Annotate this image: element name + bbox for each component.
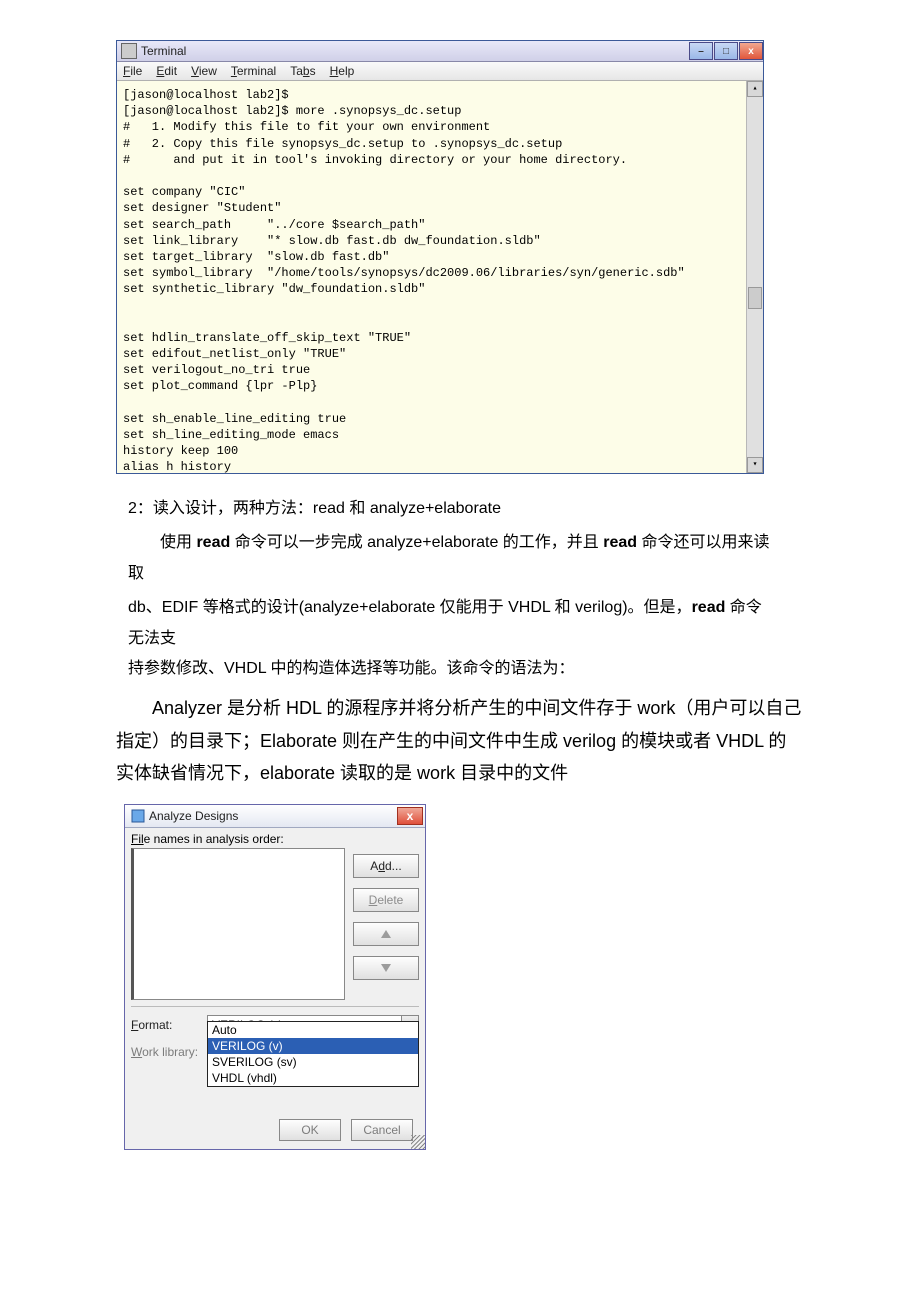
scroll-down-icon[interactable]: ▾ bbox=[747, 457, 763, 473]
doc-p2: db、EDIF 等格式的设计(analyze+elaborate 仅能用于 VH… bbox=[128, 593, 776, 654]
ok-button[interactable]: OK bbox=[279, 1119, 341, 1141]
terminal-body[interactable]: [jason@localhost lab2]$ [jason@localhost… bbox=[117, 81, 763, 473]
dialog-app-icon bbox=[131, 809, 145, 823]
dialog-close-button[interactable]: x bbox=[397, 807, 423, 825]
menu-view[interactable]: View bbox=[191, 64, 217, 78]
menu-file[interactable]: File bbox=[123, 64, 142, 78]
maximize-button[interactable]: □ bbox=[714, 42, 738, 60]
arrow-up-icon bbox=[380, 929, 392, 939]
option-verilog[interactable]: VERILOG (v) bbox=[208, 1038, 418, 1054]
move-down-button[interactable] bbox=[353, 956, 419, 980]
terminal-scrollbar[interactable]: ▴ ▾ bbox=[746, 81, 763, 473]
scroll-thumb[interactable] bbox=[748, 287, 762, 309]
format-label: Format: bbox=[131, 1018, 207, 1032]
doc-p3: 持参数修改、VHDL 中的构造体选择等功能。该命令的语法为： bbox=[128, 654, 776, 684]
menu-edit[interactable]: Edit bbox=[156, 64, 177, 78]
close-button[interactable]: x bbox=[739, 42, 763, 60]
menu-tabs[interactable]: Tabs bbox=[290, 64, 315, 78]
doc-section: 2：读入设计，两种方法：read 和 analyze+elaborate 使用 … bbox=[128, 494, 776, 684]
cancel-button[interactable]: Cancel bbox=[351, 1119, 413, 1141]
terminal-app-icon bbox=[121, 43, 137, 59]
move-up-button[interactable] bbox=[353, 922, 419, 946]
file-list[interactable] bbox=[131, 848, 345, 1000]
terminal-output: [jason@localhost lab2]$ [jason@localhost… bbox=[123, 87, 757, 473]
analyze-designs-dialog: Analyze Designs x File names in analysis… bbox=[124, 804, 426, 1150]
menu-terminal[interactable]: Terminal bbox=[231, 64, 276, 78]
doc-p4: Analyzer 是分析 HDL 的源程序并将分析产生的中间文件存于 work（… bbox=[116, 692, 804, 789]
arrow-down-icon bbox=[380, 963, 392, 973]
terminal-title: Terminal bbox=[141, 44, 186, 58]
scroll-up-icon[interactable]: ▴ bbox=[747, 81, 763, 97]
terminal-menubar: File Edit View Terminal Tabs Help bbox=[117, 62, 763, 81]
option-auto[interactable]: Auto bbox=[208, 1022, 418, 1038]
option-sverilog[interactable]: SVERILOG (sv) bbox=[208, 1054, 418, 1070]
menu-help[interactable]: Help bbox=[330, 64, 355, 78]
option-vhdl[interactable]: VHDL (vhdl) bbox=[208, 1070, 418, 1086]
resize-grip-icon[interactable] bbox=[411, 1135, 425, 1149]
terminal-titlebar: Terminal – □ x bbox=[117, 41, 763, 62]
minimize-button[interactable]: – bbox=[689, 42, 713, 60]
dialog-titlebar: Analyze Designs x bbox=[125, 805, 425, 828]
doc-heading: 2：读入设计，两种方法：read 和 analyze+elaborate bbox=[128, 494, 776, 524]
doc-p1: 使用 read 命令可以一步完成 analyze+elaborate 的工作，并… bbox=[128, 528, 776, 589]
dialog-title: Analyze Designs bbox=[149, 809, 238, 823]
file-order-label: File names in analysis order: bbox=[131, 832, 419, 846]
worklib-label: Work library: bbox=[131, 1045, 207, 1059]
format-dropdown[interactable]: Auto VERILOG (v) SVERILOG (sv) VHDL (vhd… bbox=[207, 1021, 419, 1087]
terminal-window: Terminal – □ x File Edit View Terminal T… bbox=[116, 40, 764, 474]
delete-button[interactable]: Delete bbox=[353, 888, 419, 912]
add-button[interactable]: Add... bbox=[353, 854, 419, 878]
